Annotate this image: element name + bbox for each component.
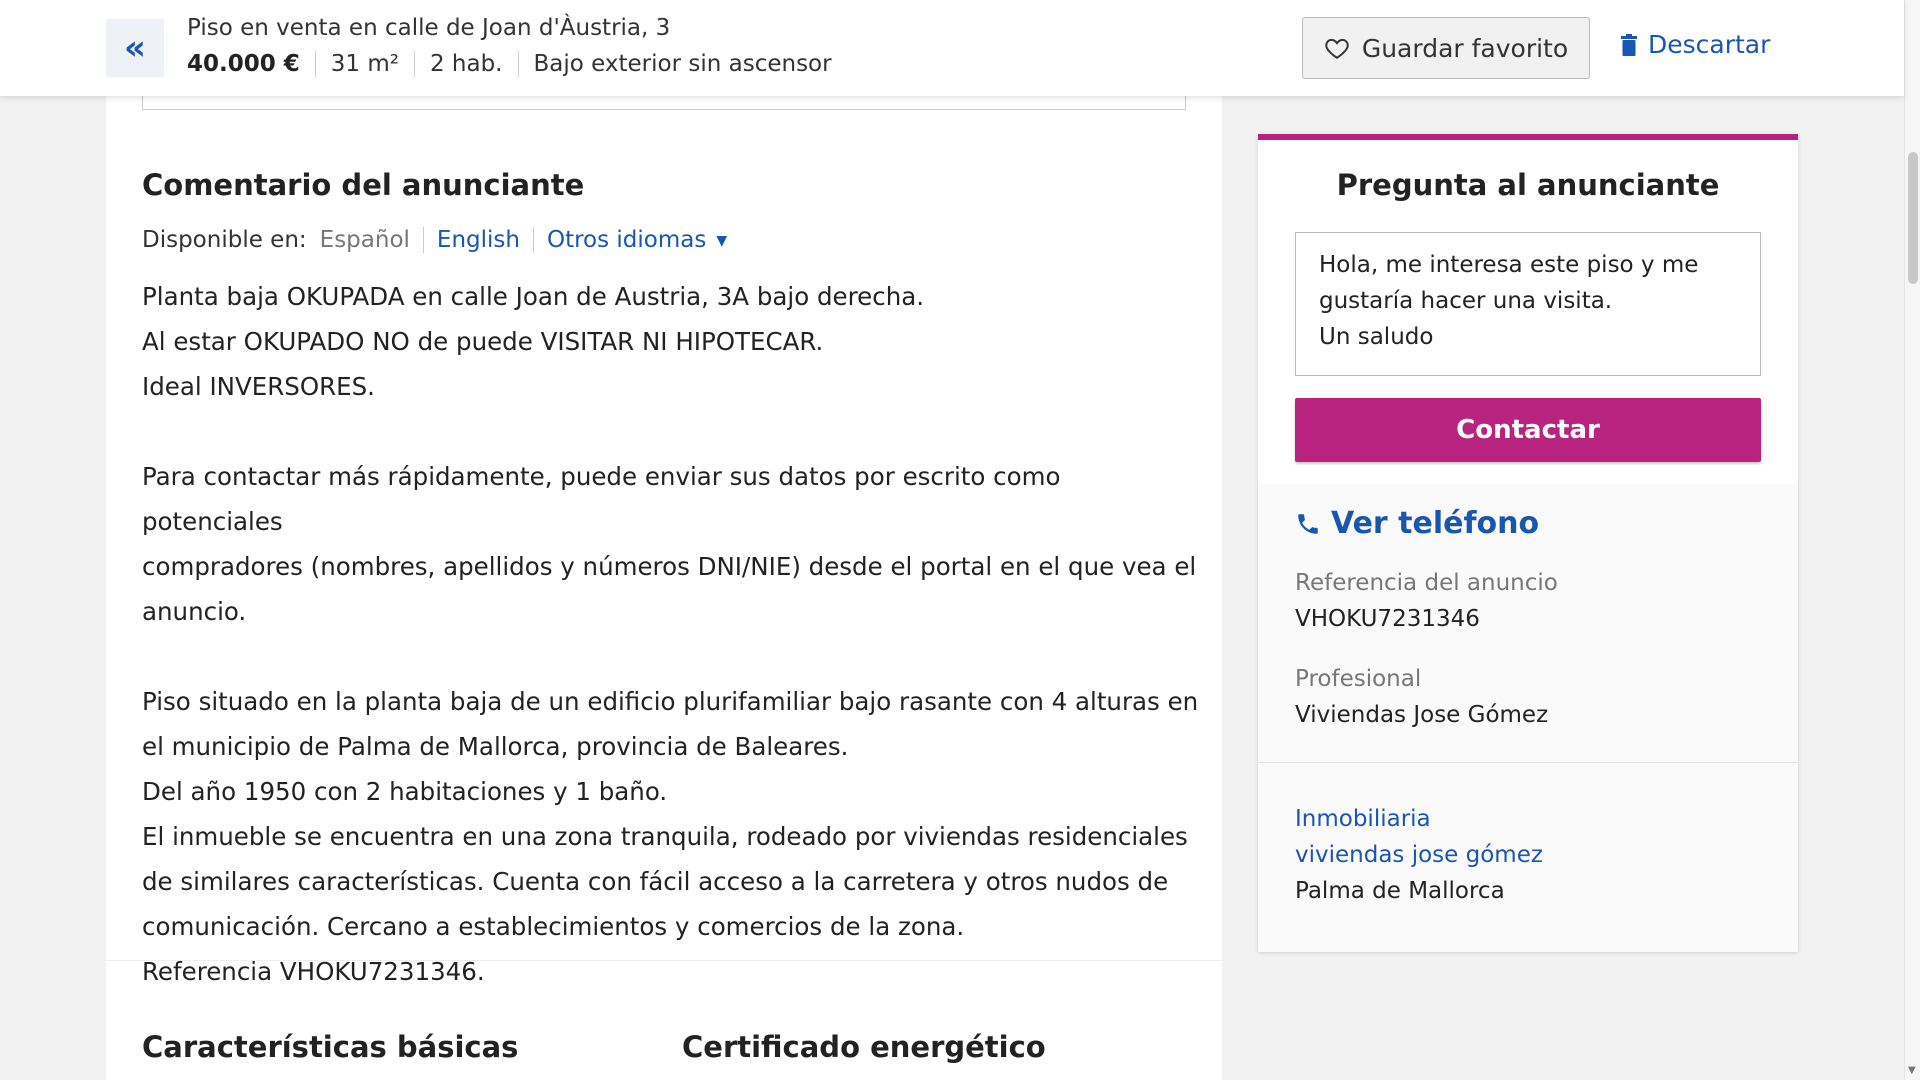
- listing-price: 40.000 €: [187, 51, 300, 77]
- other-languages-dropdown[interactable]: Otros idiomas ▼: [547, 227, 727, 253]
- discard-button[interactable]: Descartar: [1620, 30, 1770, 59]
- description-line: [142, 409, 1202, 454]
- caret-down-icon: ▼: [716, 232, 728, 249]
- description-line: Referencia VHOKU7231346.: [142, 957, 485, 986]
- scrollbar-thumb[interactable]: [1908, 152, 1918, 284]
- listing-area: 31 m²: [330, 51, 399, 77]
- previous-section-box: [142, 96, 1186, 110]
- agency-link-name[interactable]: viviendas jose gómez: [1295, 842, 1543, 868]
- listing-summary: 40.000 € 31 m² 2 hab. Bajo exterior sin …: [187, 51, 832, 77]
- listing-floor: Bajo exterior sin ascensor: [533, 51, 832, 77]
- available-in-label: Disponible en:: [142, 227, 307, 253]
- description-line: el municipio de Palma de Mallorca, provi…: [142, 732, 849, 761]
- description-line: Ideal INVERSORES.: [142, 372, 375, 401]
- description-line: Del año 1950 con 2 habitaciones y 1 baño…: [142, 777, 668, 806]
- professional-value: Viviendas Jose Gómez: [1295, 702, 1549, 728]
- energy-certificate-title: Certificado energético: [682, 1030, 1046, 1064]
- divider: [314, 51, 316, 77]
- reference-label: Referencia del anuncio: [1295, 570, 1558, 596]
- section-divider: [106, 960, 1222, 961]
- contact-card: Pregunta al anunciante Hola, me interesa…: [1258, 134, 1798, 952]
- description-line: Planta baja OKUPADA en calle Joan de Aus…: [142, 282, 925, 311]
- professional-label: Profesional: [1295, 666, 1422, 692]
- page-scrollbar[interactable]: ▼: [1904, 0, 1920, 1080]
- language-selector: Disponible en: Español English Otros idi…: [142, 227, 727, 253]
- description-line: compradores (nombres, apellidos y número…: [142, 552, 1197, 581]
- divider: [532, 227, 534, 253]
- reference-value: VHOKU7231346: [1295, 606, 1480, 632]
- view-phone-button[interactable]: Ver teléfono: [1295, 506, 1539, 541]
- message-line: Hola, me interesa este piso y me: [1319, 252, 1699, 278]
- divider: [422, 227, 424, 253]
- description-line: comunicación. Cercano a establecimientos…: [142, 912, 965, 941]
- message-line: gustaría hacer una visita.: [1319, 288, 1613, 314]
- divider: [413, 51, 415, 77]
- heart-icon: [1325, 38, 1349, 59]
- back-button[interactable]: «: [106, 19, 164, 77]
- trash-icon: [1621, 33, 1637, 56]
- sticky-header: « Piso en venta en calle de Joan d'Àustr…: [0, 0, 1904, 96]
- view-phone-label: Ver teléfono: [1331, 506, 1540, 541]
- agency-city: Palma de Mallorca: [1295, 878, 1505, 904]
- description-line: Para contactar más rápidamente, puede en…: [142, 462, 1061, 536]
- divider: [1258, 762, 1798, 763]
- language-spanish: Español: [319, 227, 410, 253]
- divider: [517, 51, 519, 77]
- comment-section-title: Comentario del anunciante: [142, 168, 585, 202]
- double-chevron-left-icon: «: [124, 28, 146, 68]
- description-line: El inmueble se encuentra en una zona tra…: [142, 822, 1188, 851]
- basic-features-title: Características básicas: [142, 1030, 519, 1064]
- save-favorite-button[interactable]: Guardar favorito: [1302, 17, 1590, 79]
- listing-rooms: 2 hab.: [429, 51, 503, 77]
- discard-label: Descartar: [1648, 30, 1771, 59]
- description-line: Piso situado en la planta baja de un edi…: [142, 687, 1199, 716]
- phone-icon: [1298, 513, 1318, 534]
- save-favorite-label: Guardar favorito: [1361, 33, 1569, 63]
- contact-card-title: Pregunta al anunciante: [1336, 168, 1720, 202]
- description-line: Al estar OKUPADO NO de puede VISITAR NI …: [142, 327, 824, 356]
- description-line: de similares características. Cuenta con…: [142, 867, 1169, 896]
- contact-button[interactable]: Contactar: [1295, 398, 1761, 462]
- agency-link-type[interactable]: Inmobiliaria: [1295, 806, 1431, 832]
- advertiser-info: Ver teléfono Referencia del anuncio VHOK…: [1258, 484, 1798, 952]
- message-line: Un saludo: [1319, 324, 1434, 350]
- description-line: anuncio.: [142, 597, 247, 626]
- main-content: Comentario del anunciante Disponible en:…: [106, 96, 1222, 1080]
- contact-message-textarea[interactable]: Hola, me interesa este piso y me gustarí…: [1295, 232, 1761, 376]
- listing-description: Planta baja OKUPADA en calle Joan de Aus…: [142, 274, 1202, 994]
- listing-title: Piso en venta en calle de Joan d'Àustria…: [187, 15, 671, 41]
- other-languages-label: Otros idiomas: [546, 227, 707, 253]
- language-english-link[interactable]: English: [437, 227, 520, 253]
- scroll-down-arrow-icon[interactable]: ▼: [1908, 1065, 1916, 1076]
- description-line: [142, 634, 1202, 679]
